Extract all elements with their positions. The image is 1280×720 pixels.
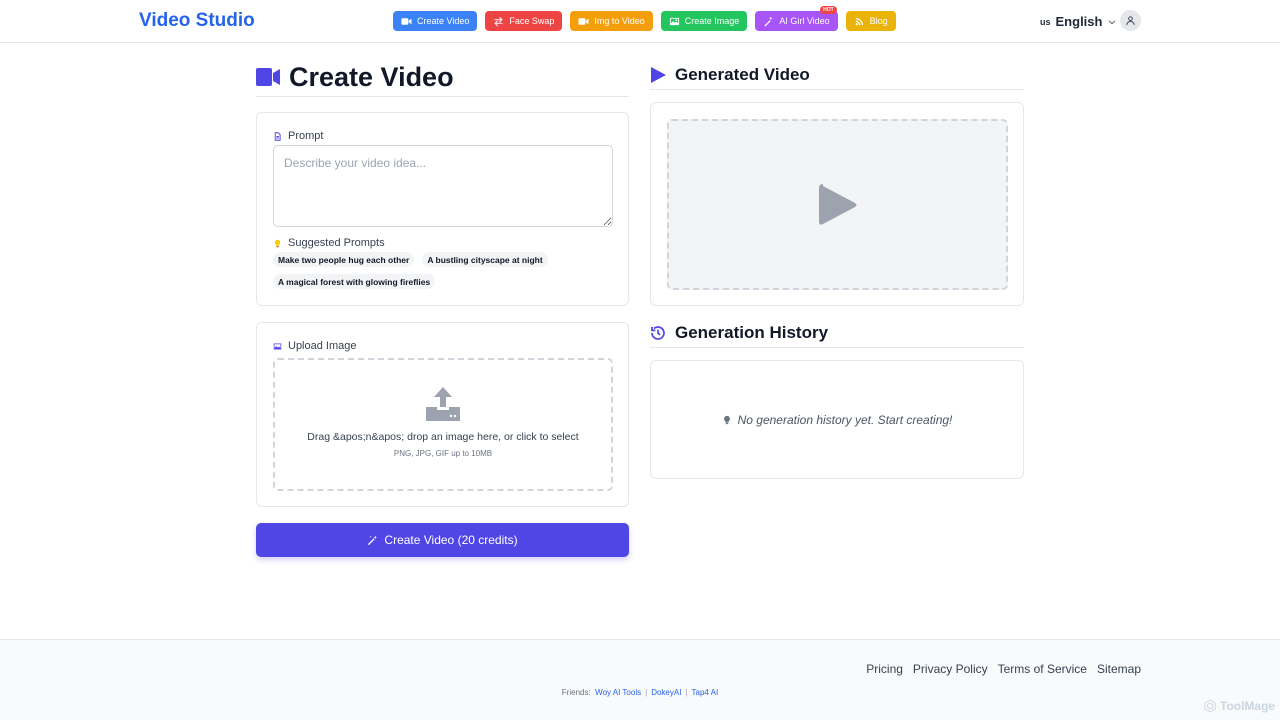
nav-blog-button[interactable]: Blog — [845, 11, 896, 31]
language-label: English — [1055, 14, 1103, 29]
nav-label: Img to Video — [594, 16, 645, 26]
main-nav: Create Video Face Swap Img to Video Crea… — [393, 6, 896, 31]
upload-label-text: Upload Image — [288, 340, 357, 352]
image-icon — [273, 343, 282, 349]
friend-link[interactable]: DokeyAI — [651, 688, 681, 697]
video-camera-icon — [401, 17, 412, 25]
suggested-prompts-label-text: Suggested Prompts — [288, 237, 385, 249]
generation-history-title-text: Generation History — [675, 323, 829, 342]
history-empty-message: No generation history yet. Start creatin… — [737, 412, 953, 427]
video-camera-icon — [256, 68, 280, 86]
chevron-down-icon — [1109, 19, 1116, 24]
upload-card: Upload Image Drag &apos;n&apos; drop an … — [256, 322, 629, 507]
footer-link-terms-of-service[interactable]: Terms of Service — [998, 662, 1087, 676]
nav-ai-girl-video-button[interactable]: AI Girl Video HOT — [755, 6, 838, 31]
image-dropzone[interactable]: Drag &apos;n&apos; drop an image here, o… — [273, 358, 613, 491]
user-avatar-button[interactable] — [1120, 10, 1141, 31]
history-icon — [651, 326, 665, 340]
image-icon — [669, 17, 679, 25]
nav-label: Face Swap — [509, 16, 555, 26]
friend-link[interactable]: Tap4 AI — [692, 688, 719, 697]
watermark-text: ToolMage — [1220, 699, 1276, 713]
blog-icon — [855, 17, 863, 25]
swap-arrows-icon — [494, 16, 503, 26]
create-video-button[interactable]: Create Video (20 credits) — [256, 523, 629, 557]
suggested-prompts-list: Make two people hug each other A bustlin… — [273, 252, 618, 289]
suggested-prompt-chip[interactable]: A magical forest with glowing fireflies — [273, 274, 436, 289]
prompt-label: Prompt — [273, 130, 323, 142]
play-icon — [818, 183, 856, 225]
nav-face-swap-button[interactable]: Face Swap — [485, 11, 563, 31]
sparkle-wand-icon — [764, 15, 773, 27]
lightbulb-icon — [723, 415, 730, 424]
page-footer: Pricing Privacy Policy Terms of Service … — [0, 639, 1280, 720]
document-icon — [274, 131, 281, 141]
footer-link-sitemap[interactable]: Sitemap — [1097, 662, 1141, 676]
separator: | — [685, 688, 688, 697]
brand-logo[interactable]: Video Studio — [139, 10, 255, 32]
nav-label: Create Video — [417, 16, 470, 26]
nav-label: Blog — [869, 16, 888, 26]
separator: | — [645, 688, 648, 697]
nav-img-to-video-button[interactable]: Img to Video — [570, 11, 653, 31]
upload-label: Upload Image — [273, 340, 357, 352]
page-title-text: Create Video — [289, 62, 454, 92]
nav-label: Create Image — [684, 16, 740, 26]
create-video-button-label: Create Video (20 credits) — [384, 533, 518, 547]
suggested-prompt-chip[interactable]: A bustling cityscape at night — [422, 252, 548, 267]
generated-video-title-text: Generated Video — [675, 65, 810, 84]
generated-video-title: Generated Video — [650, 65, 1024, 90]
nav-create-image-button[interactable]: Create Image — [660, 11, 748, 31]
nav-create-video-button[interactable]: Create Video — [393, 11, 478, 31]
friend-link[interactable]: Woy AI Tools — [595, 688, 641, 697]
video-camera-icon — [578, 17, 589, 25]
prompt-label-text: Prompt — [288, 130, 324, 142]
hot-badge: HOT — [820, 6, 837, 14]
flag-icon: us — [1040, 16, 1051, 27]
video-player-placeholder[interactable] — [667, 119, 1008, 290]
dropzone-instruction: Drag &apos;n&apos; drop an image here, o… — [307, 431, 579, 443]
friends-links: Friends: Woy AI Tools | DokeyAI | Tap4 AI — [0, 688, 1280, 697]
suggested-prompts-label: Suggested Prompts — [273, 237, 385, 249]
footer-link-privacy-policy[interactable]: Privacy Policy — [913, 662, 988, 676]
page-title: Create Video — [256, 60, 629, 97]
lightbulb-icon — [274, 239, 281, 247]
generation-history-card: No generation history yet. Start creatin… — [650, 360, 1024, 479]
play-icon — [651, 67, 666, 83]
prompt-input[interactable] — [273, 145, 613, 227]
prompt-card: Prompt Suggested Prompts Make two people… — [256, 112, 629, 306]
suggested-prompt-chip[interactable]: Make two people hug each other — [273, 252, 415, 267]
toolmage-watermark: ToolMage — [1203, 699, 1275, 713]
dropzone-formats: PNG, JPG, GIF up to 10MB — [393, 449, 493, 458]
friends-label: Friends: — [561, 688, 591, 697]
footer-links: Pricing Privacy Policy Terms of Service … — [866, 662, 1141, 676]
footer-link-pricing[interactable]: Pricing — [866, 662, 903, 676]
nav-label: AI Girl Video — [779, 16, 830, 26]
generation-history-title: Generation History — [650, 323, 1024, 348]
user-icon — [1126, 16, 1135, 26]
language-selector[interactable]: us English — [1040, 14, 1117, 29]
top-header: Video Studio Create Video Face Swap Img … — [0, 0, 1280, 43]
magic-wand-icon — [368, 534, 378, 545]
upload-icon — [426, 387, 460, 421]
hexagon-logo-icon — [1204, 699, 1216, 713]
generated-video-card — [650, 102, 1024, 306]
